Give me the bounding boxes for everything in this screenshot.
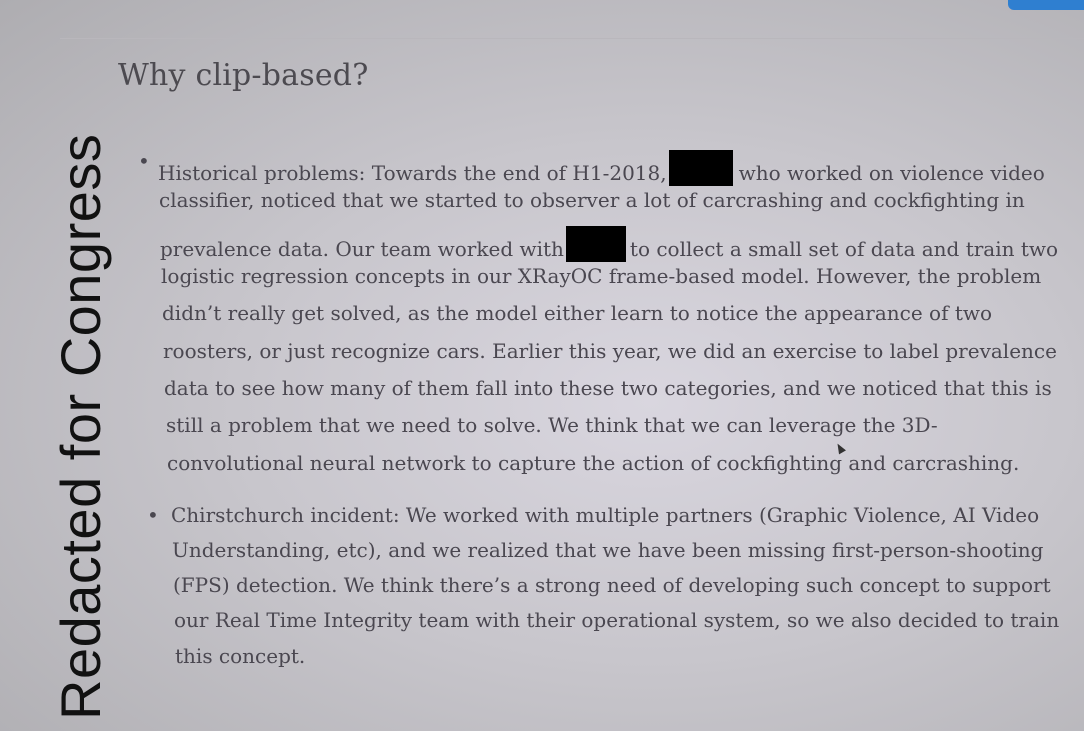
header-divider	[60, 38, 1084, 39]
bullet-dot: •	[147, 503, 159, 527]
paragraph-line: Chirstchurch incident: We worked with mu…	[171, 503, 1040, 527]
line-text: prevalence data. Our team worked with	[160, 237, 564, 261]
watermark: Redacted for Congress	[49, 133, 112, 720]
window-corner-tab	[1008, 0, 1084, 10]
bullet-dot: •	[138, 149, 150, 173]
paragraph-line: Understanding, etc), and we realized tha…	[172, 538, 1044, 562]
paragraph-line: logistic regression concepts in our XRay…	[161, 264, 1042, 288]
paragraph-line: roosters, or just recognize cars. Earlie…	[163, 339, 1057, 363]
section-title: Why clip-based?	[118, 58, 369, 93]
paragraph-line: prevalence data. Our team worked with to …	[160, 226, 1058, 262]
paragraph-line: convolutional neural network to capture …	[167, 451, 1020, 475]
line-text: Historical problems: Towards the end of …	[158, 161, 667, 185]
paragraph-line: still a problem that we need to solve. W…	[166, 413, 938, 437]
paragraph-line: data to see how many of them fall into t…	[164, 376, 1052, 400]
paragraph-line: this concept.	[175, 644, 306, 668]
redaction-box	[668, 150, 733, 186]
paragraph-line: didn’t really get solved, as the model e…	[162, 301, 993, 325]
paragraph-line: our Real Time Integrity team with their …	[174, 608, 1060, 632]
line-text: who worked on violence video	[738, 161, 1045, 185]
paragraph-line: Historical problems: Towards the end of …	[158, 150, 1045, 186]
redaction-box	[565, 226, 626, 262]
paragraph-line: (FPS) detection. We think there’s a stro…	[173, 573, 1051, 597]
line-text: to collect a small set of data and train…	[629, 237, 1059, 261]
paragraph-line: classifier, noticed that we started to o…	[159, 188, 1025, 212]
